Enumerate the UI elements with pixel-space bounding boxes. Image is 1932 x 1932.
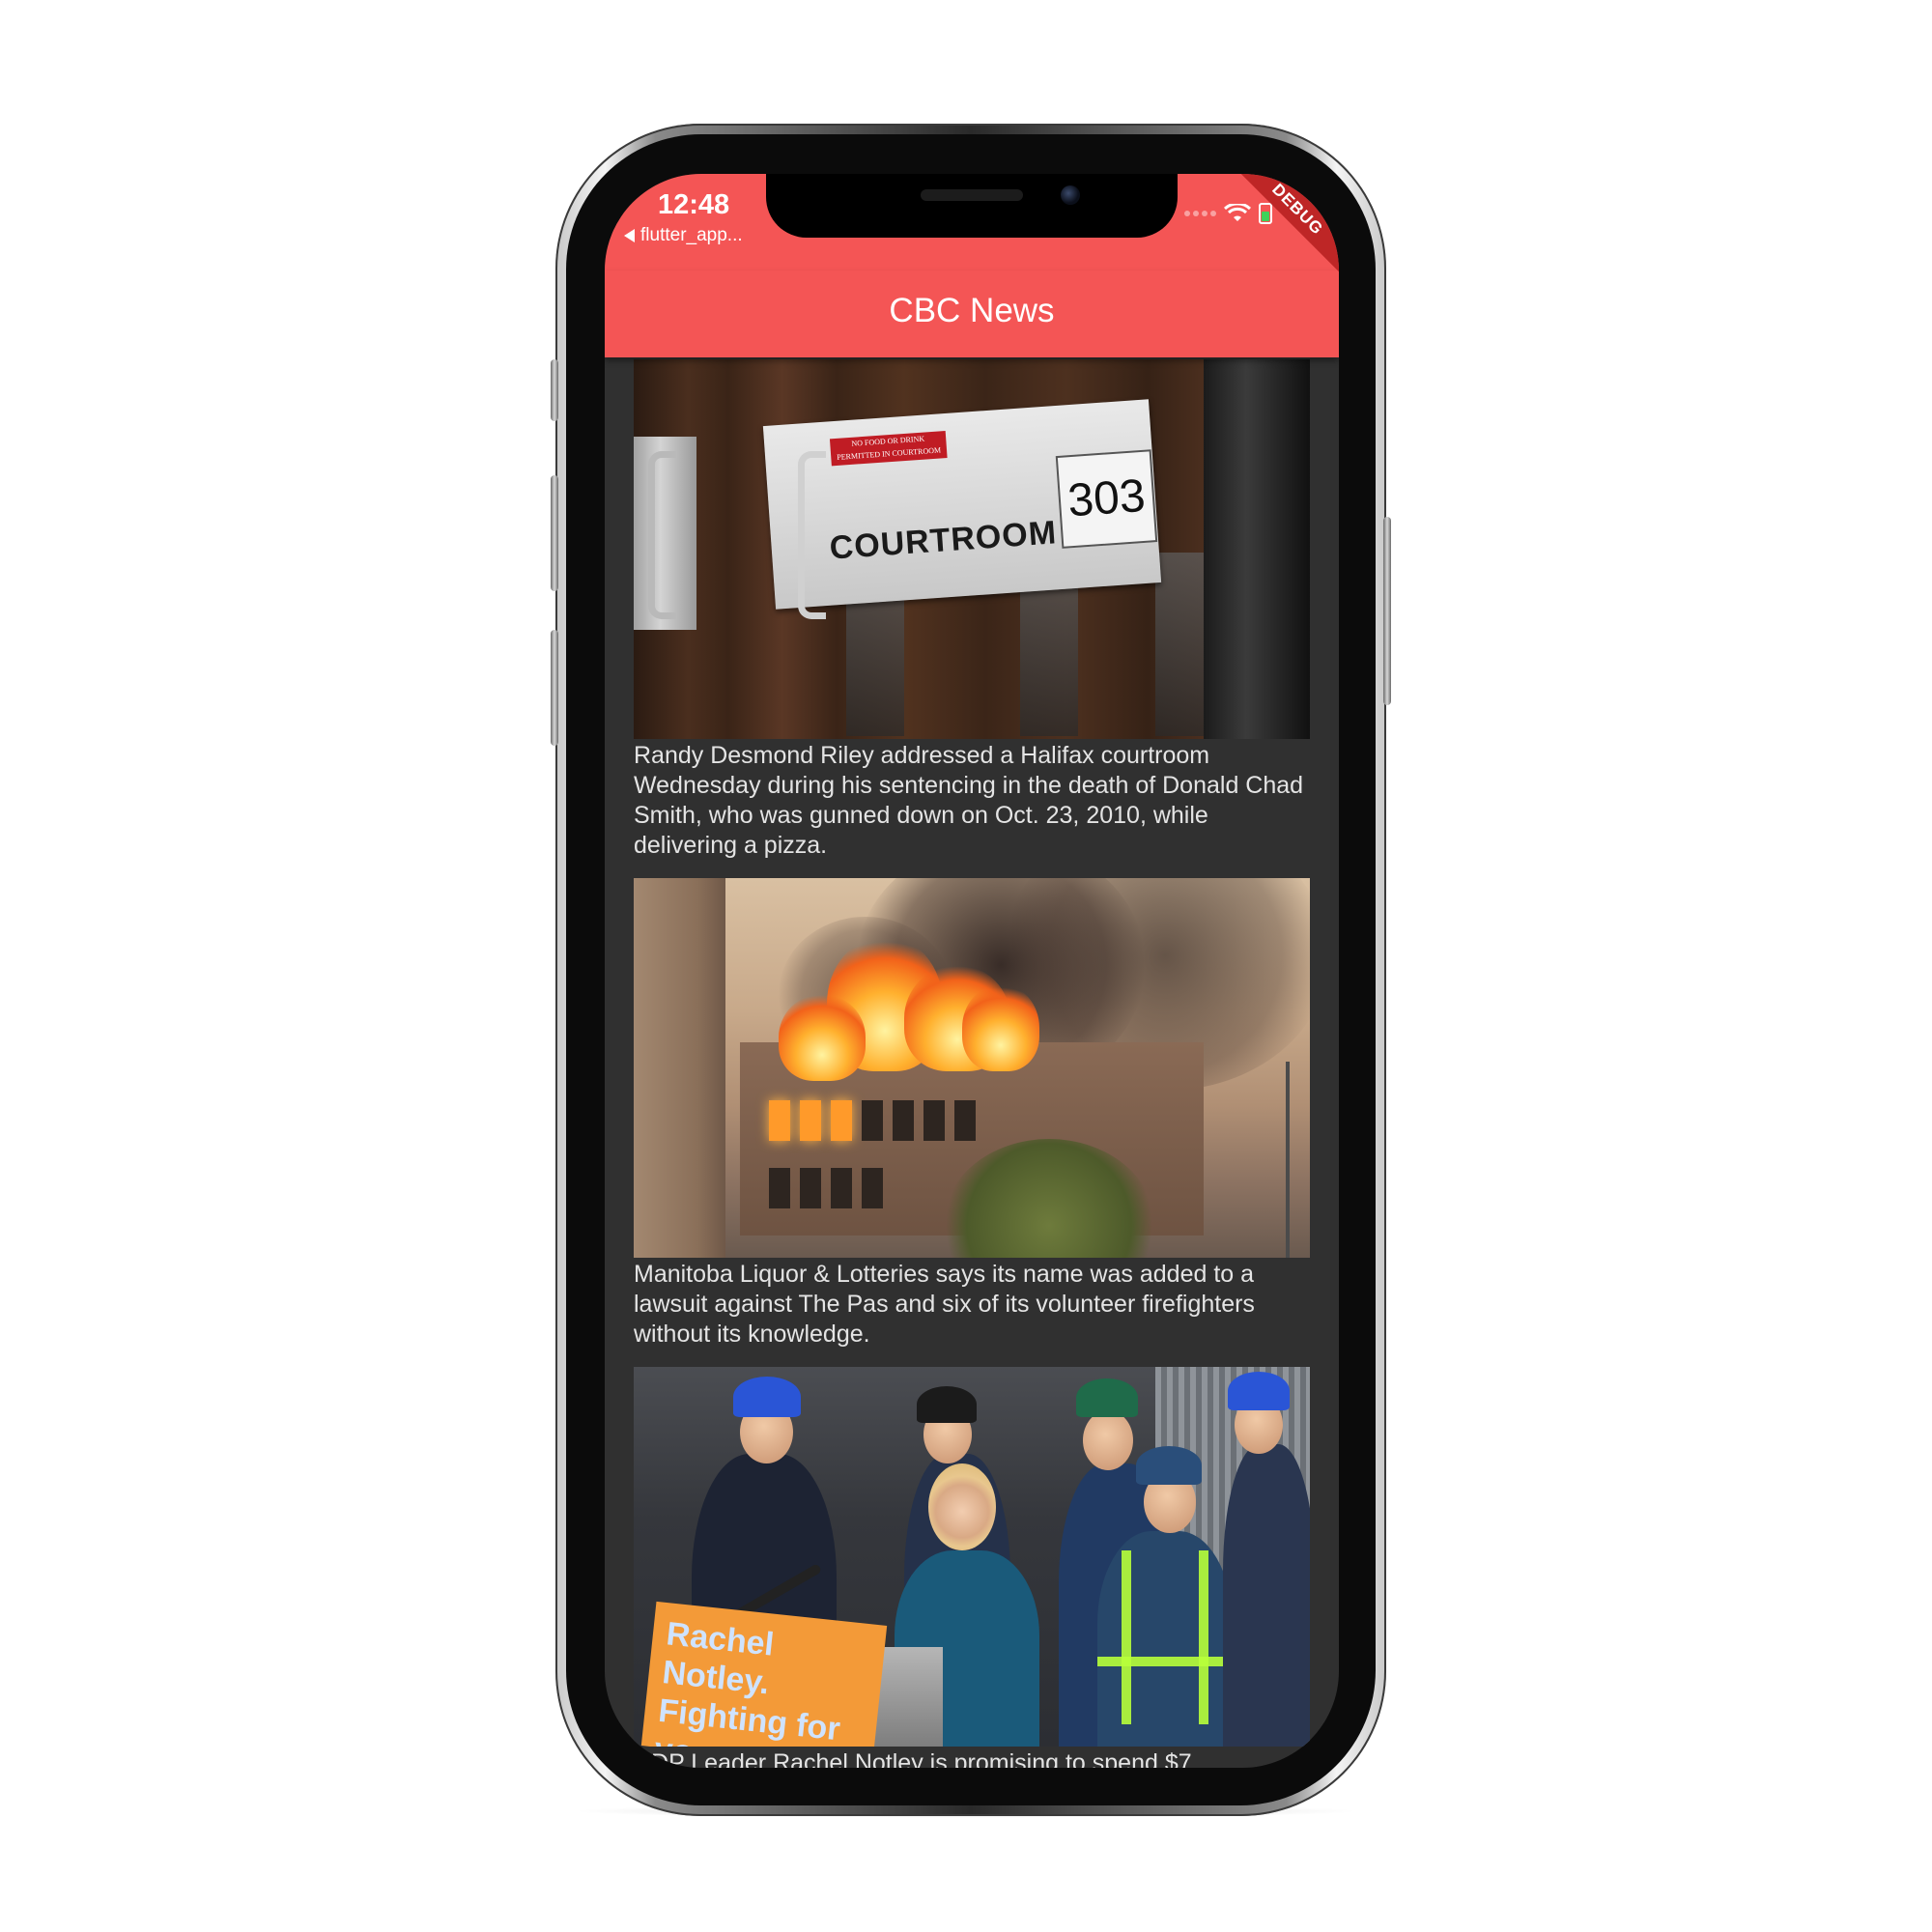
foreground-pillar (634, 878, 725, 1258)
article-image-rally[interactable]: Rachel Notley. Fighting for you (634, 1367, 1310, 1747)
back-to-app-link[interactable]: flutter_app... (624, 225, 743, 246)
status-time: 12:48 (658, 189, 730, 220)
window (831, 1168, 852, 1208)
hard-hat (1136, 1446, 1202, 1485)
wifi-icon (1224, 204, 1251, 221)
news-article[interactable]: NO FOOD OR DRINK PERMITTED IN COURTROOM … (634, 359, 1310, 861)
speaker-grille (921, 189, 1023, 201)
reflective-stripe (1097, 1657, 1233, 1666)
hard-hat (917, 1386, 977, 1423)
worker-head (1083, 1410, 1133, 1470)
hard-hat (1076, 1378, 1138, 1417)
flame (779, 994, 866, 1081)
room-number: 303 (1055, 449, 1158, 549)
back-arrow-icon (624, 229, 635, 242)
window (954, 1100, 976, 1141)
speaker-head (928, 1463, 996, 1550)
flame (962, 984, 1039, 1071)
window (769, 1168, 790, 1208)
app-title: CBC News (889, 292, 1055, 329)
article-caption: Randy Desmond Riley addressed a Halifax … (634, 742, 1304, 859)
article-image-courtroom[interactable]: NO FOOD OR DRINK PERMITTED IN COURTROOM … (634, 359, 1310, 739)
back-app-label: flutter_app... (640, 225, 743, 245)
window (893, 1100, 914, 1141)
article-caption: Manitoba Liquor & Lotteries says its nam… (634, 1261, 1255, 1348)
power-button (1383, 517, 1391, 705)
window (831, 1100, 852, 1141)
status-icons (1184, 203, 1272, 224)
notch (766, 174, 1178, 238)
window (800, 1168, 821, 1208)
news-article[interactable]: Manitoba Liquor & Lotteries says its nam… (634, 878, 1310, 1350)
reflective-stripe (1122, 1550, 1131, 1724)
window (862, 1168, 883, 1208)
reflective-stripe (1199, 1550, 1208, 1724)
silent-switch (551, 359, 558, 421)
door-handle (648, 451, 676, 619)
hard-hat (733, 1377, 801, 1417)
article-caption: NDP Leader Rachel Notley is promising to… (634, 1749, 1192, 1768)
window (862, 1100, 883, 1141)
door-shadow (1204, 359, 1310, 739)
courtroom-word: COURTROOM (828, 514, 1059, 567)
door-handle (798, 451, 826, 619)
phone-screen: 12:48 flutter_app... DEBUG CBC News NO F… (605, 174, 1339, 1768)
worker (1223, 1444, 1310, 1747)
news-article[interactable]: Rachel Notley. Fighting for you NDP Lead… (634, 1367, 1310, 1768)
app-bar: CBC News (605, 270, 1339, 357)
volume-up-button (551, 475, 558, 591)
volume-down-button (551, 630, 558, 746)
street-light (1286, 1062, 1290, 1258)
signal-dots-icon (1184, 211, 1216, 216)
worker (1097, 1531, 1233, 1747)
article-image-fire[interactable] (634, 878, 1310, 1258)
notice-label: NO FOOD OR DRINK PERMITTED IN COURTROOM (829, 431, 948, 467)
battery-icon (1259, 203, 1272, 224)
news-feed[interactable]: NO FOOD OR DRINK PERMITTED IN COURTROOM … (634, 359, 1310, 1768)
window (923, 1100, 945, 1141)
front-camera (1061, 185, 1080, 205)
window (769, 1100, 790, 1141)
campaign-sign: Rachel Notley. Fighting for you (640, 1601, 888, 1747)
hard-hat (1228, 1372, 1290, 1410)
window (800, 1100, 821, 1141)
mockup-stage: 12:48 flutter_app... DEBUG CBC News NO F… (0, 0, 1932, 1932)
